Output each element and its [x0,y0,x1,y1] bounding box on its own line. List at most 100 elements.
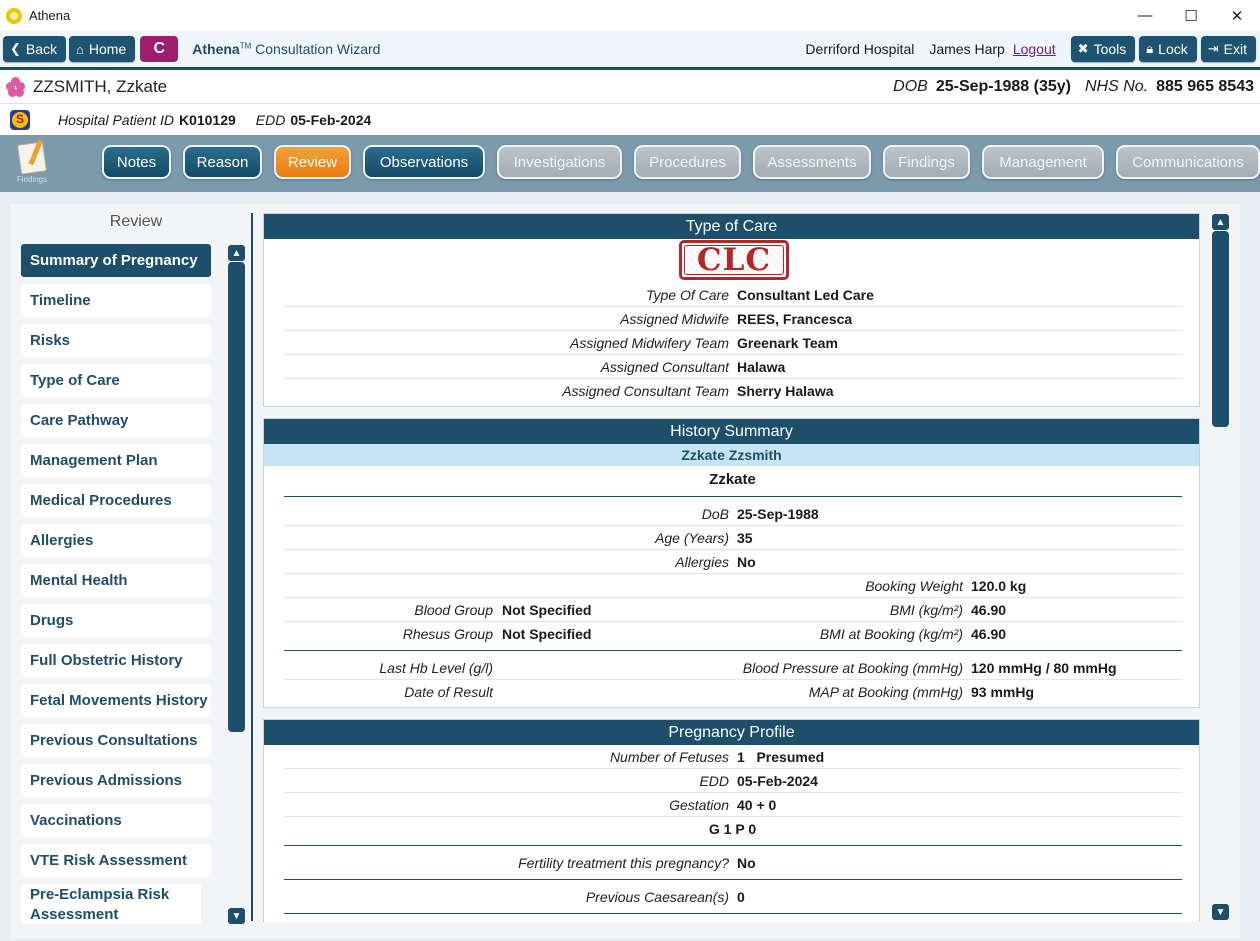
sidebar-scroll-up-button[interactable]: ▲ [228,245,245,261]
home-button[interactable]: ⌂ Home [69,36,136,62]
patient-firstname: Zzkate [709,471,756,488]
pregnancy-profile-title: Pregnancy Profile [264,720,1199,745]
tab-observations[interactable]: Observations [363,145,485,179]
midwifery-team-value: Greenark Team [737,335,838,351]
home-label: Home [88,41,127,57]
content-scrollbar-thumb[interactable] [1212,231,1229,427]
tab-notes[interactable]: Notes [102,145,171,179]
sidebar-item-medical-procedures[interactable]: Medical Procedures [21,484,211,517]
divider [284,525,1182,526]
column-divider [251,213,253,921]
history-summary-panel: History Summary Zzkate Zzsmith Zzkate Do… [263,418,1200,708]
logout-link[interactable]: Logout [1013,41,1056,57]
sidebar-item-pre-eclampsia-risk-assessment[interactable]: Pre-Eclampsia Risk Assessment [21,884,201,924]
bp-at-booking-value: 120 mmHg / 80 mmHg [971,660,1117,676]
nhs-label: NHS No. [1085,77,1149,95]
consultant-team-label: Assigned Consultant Team [562,383,729,399]
tab-findings[interactable]: Findings [883,145,970,179]
athena-app-icon [6,7,22,24]
divider [284,650,1182,651]
sidebar-item-full-obstetric-history[interactable]: Full Obstetric History [21,644,211,677]
tools-button[interactable]: ✖ Tools [1070,36,1136,62]
sidebar-scrollbar-thumb[interactable] [228,262,245,732]
user-name: James Harp [929,41,1005,57]
tab-reason[interactable]: Reason [183,145,262,179]
minimize-button[interactable]: — [1122,0,1168,31]
findings-notepad-icon: Findings [12,141,52,189]
sidebar-item-management-plan[interactable]: Management Plan [21,444,211,477]
type-of-care-panel: Type of Care CLC Type Of Care Consultant… [263,213,1200,407]
sidebar-item-vte-risk-assessment[interactable]: VTE Risk Assessment [21,844,211,877]
age-label: Age (Years) [655,530,729,546]
window-title: Athena [29,8,71,23]
dob-value: 25-Sep-1988 (35y) [935,77,1071,95]
lock-button[interactable]: 🔒︎ Lock [1139,36,1197,62]
content-scroll-up-button[interactable]: ▲ [1212,214,1229,230]
toolbar-right: Derriford Hospital James Harp Logout ✖ To… [805,31,1260,67]
map-at-booking-value: 93 mmHg [971,684,1035,700]
patient-ids: DOB 25-Sep-1988 (35y) NHS No. 885 965 85… [893,70,1254,103]
tab-procedures[interactable]: Procedures [634,145,741,179]
c-button[interactable]: C [140,36,179,62]
sidebar-item-type-of-care[interactable]: Type of Care [21,364,211,397]
sidebar-item-previous-admissions[interactable]: Previous Admissions [21,764,211,797]
sidebar-item-mental-health[interactable]: Mental Health [21,564,211,597]
fertility-treatment-value: No [737,855,756,871]
rhesus-group-value: Not Specified [502,626,592,642]
sidebar-item-fetal-movements-history[interactable]: Fetal Movements History [21,684,211,717]
tab-communications[interactable]: Communications [1116,145,1260,179]
sidebar-item-vaccinations[interactable]: Vaccinations [21,804,211,837]
edd-row-value: 05-Feb-2024 [737,773,818,789]
content-scroll-down-button[interactable]: ▼ [1212,904,1229,920]
back-label: Back [25,41,58,57]
divider [284,549,1182,550]
allergies-value: No [737,554,756,570]
edd-row-label: EDD [699,773,729,789]
tab-management[interactable]: Management [982,145,1104,179]
maximize-button[interactable]: ☐ [1168,0,1214,31]
sidebar-item-timeline[interactable]: Timeline [21,284,211,317]
divider [284,679,1182,680]
findings-caption: Findings [16,175,48,184]
sidebar-item-drugs[interactable]: Drugs [21,604,211,637]
number-of-fetuses-value: 1 Presumed [737,749,824,765]
tab-investigations[interactable]: Investigations [497,145,622,179]
history-summary-title: History Summary [264,419,1199,444]
patient-name: ZZSMITH, Zzkate [33,76,168,96]
assigned-midwife-value: REES, Francesca [737,311,853,327]
assigned-midwife-label: Assigned Midwife [620,311,729,327]
divider [284,330,1182,331]
hpid-label: Hospital Patient ID [58,111,174,128]
hospital-name: Derriford Hospital [805,41,915,57]
fetuses-note: Presumed [756,749,825,765]
sidebar-item-care-pathway[interactable]: Care Pathway [21,404,211,437]
divider [284,768,1182,769]
dob-label: DOB [893,77,928,95]
patient-fullname-bar: Zzkate Zzsmith [264,444,1199,466]
divider [284,306,1182,307]
sidebar-item-summary-of-pregnancy[interactable]: Summary of Pregnancy [21,244,211,277]
date-of-result-label: Date of Result [404,684,493,700]
sidebar-title: Review [109,213,163,230]
sidebar-item-allergies[interactable]: Allergies [21,524,211,557]
tab-assessments[interactable]: Assessments [753,145,871,179]
previous-caesareans-value: 0 [737,889,745,905]
wizard-tm: TM [239,41,252,51]
lock-icon: 🔒︎ [1146,41,1154,56]
sidebar-item-risks[interactable]: Risks [21,324,211,357]
exit-button[interactable]: ⇥ Exit [1200,36,1256,62]
toolbar: ❮ Back ⌂ Home C AthenaTM Consultation Wiza… [0,31,1260,67]
tab-review[interactable]: Review [274,145,351,179]
back-button[interactable]: ❮ Back [3,36,67,62]
sidebar-item-previous-consultations[interactable]: Previous Consultations [21,724,211,757]
close-window-button[interactable]: ✕ [1214,0,1260,31]
divider [284,496,1182,497]
divider [284,354,1182,355]
edd-label: EDD [255,111,286,128]
exit-label: Exit [1223,41,1247,57]
hpid-value: K010129 [178,111,236,128]
gestation-label: Gestation [669,797,729,813]
clc-stamp: CLC [679,240,789,280]
sidebar-scroll-down-button[interactable]: ▼ [228,908,245,924]
nhs-value: 885 965 8543 [1156,77,1254,95]
